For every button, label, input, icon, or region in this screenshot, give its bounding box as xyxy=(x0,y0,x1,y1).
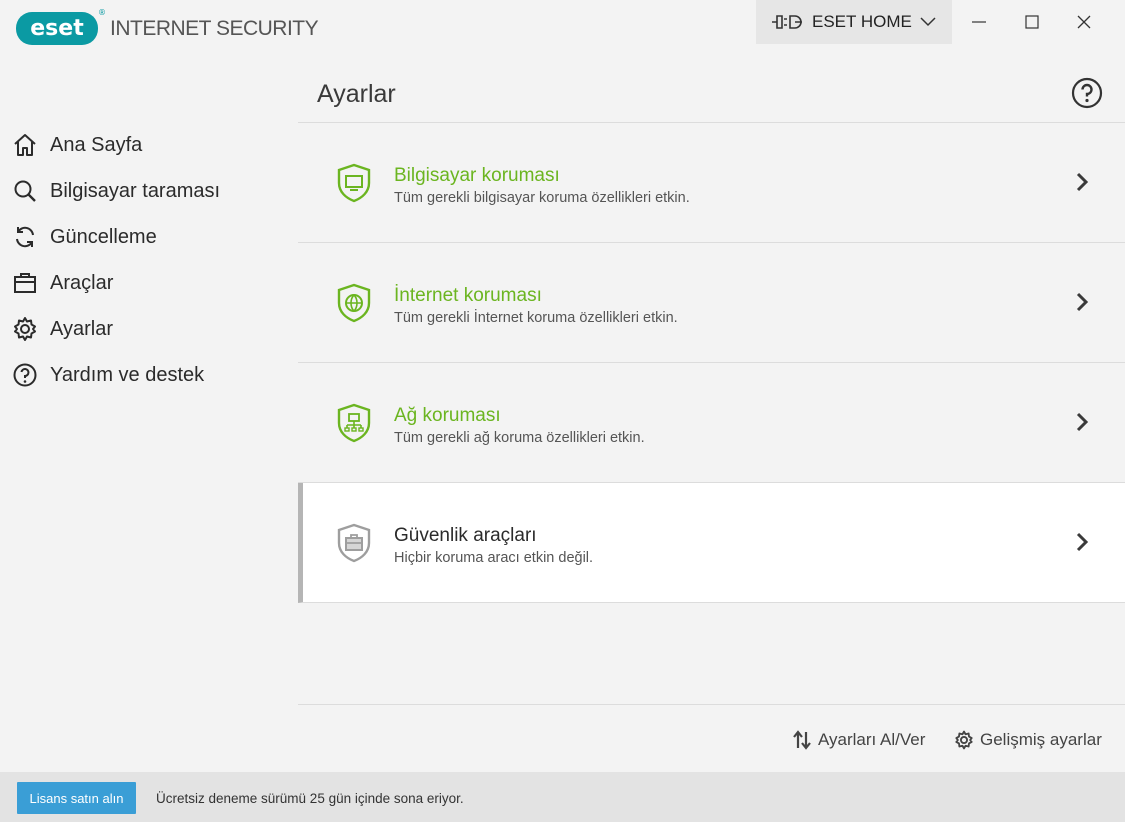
import-export-label: Ayarları Al/Ver xyxy=(818,730,926,749)
sidebar: Ana Sayfa Bilgisayar taraması Güncelleme… xyxy=(0,122,298,398)
sidebar-item-scan[interactable]: Bilgisayar taraması xyxy=(0,168,298,214)
close-icon xyxy=(1077,15,1091,29)
eset-logo: eset ® xyxy=(16,8,106,45)
product-name: INTERNET SECURITY xyxy=(110,16,319,40)
maximize-button[interactable] xyxy=(1012,6,1052,38)
card-title: Ağ koruması xyxy=(394,405,501,426)
eset-home-label: ESET HOME xyxy=(812,12,912,31)
trial-status-text: Ücretsiz deneme sürümü 25 gün içinde son… xyxy=(156,791,464,806)
sidebar-item-label: Ana Sayfa xyxy=(50,133,143,156)
security-tools-card[interactable]: Güvenlik araçları Hiçbir koruma aracı et… xyxy=(298,483,1125,603)
sidebar-item-settings[interactable]: Ayarlar xyxy=(0,306,298,352)
minimize-button[interactable] xyxy=(959,6,999,38)
minimize-icon xyxy=(972,21,986,23)
computer-protection-card[interactable]: Bilgisayar koruması Tüm gerekli bilgisay… xyxy=(298,123,1125,243)
logo-text: eset xyxy=(30,16,84,41)
network-shield-icon xyxy=(337,403,371,443)
help-icon xyxy=(13,363,37,387)
sidebar-item-update[interactable]: Güncelleme xyxy=(0,214,298,260)
chevron-right-icon xyxy=(1076,172,1089,192)
maximize-icon xyxy=(1025,15,1039,29)
toolbox-icon xyxy=(14,273,36,293)
sidebar-item-label: Güncelleme xyxy=(50,225,157,248)
card-description: Tüm gerekli İnternet koruma özellikleri … xyxy=(394,310,678,326)
sidebar-item-help[interactable]: Yardım ve destek xyxy=(0,352,298,398)
title-bar: eset ® INTERNET SECURITY ESET HOME xyxy=(0,0,1125,60)
sidebar-item-label: Bilgisayar taraması xyxy=(50,179,221,202)
card-title: Güvenlik araçları xyxy=(394,525,537,546)
sidebar-item-home[interactable]: Ana Sayfa xyxy=(0,122,298,168)
app-logo: eset ® INTERNET SECURITY xyxy=(16,8,319,45)
chevron-down-icon xyxy=(920,17,936,27)
home-icon xyxy=(14,134,36,156)
import-export-settings-link[interactable]: Ayarları Al/Ver xyxy=(792,730,925,750)
close-button[interactable] xyxy=(1064,6,1104,38)
connector-icon xyxy=(772,15,802,29)
sidebar-item-label: Ayarlar xyxy=(50,317,113,340)
gear-icon xyxy=(955,730,973,750)
card-title: İnternet koruması xyxy=(394,285,542,306)
advanced-settings-label: Gelişmiş ayarlar xyxy=(980,730,1102,749)
network-protection-card[interactable]: Ağ koruması Tüm gerekli ağ koruma özelli… xyxy=(298,363,1125,483)
sidebar-item-tools[interactable]: Araçlar xyxy=(0,260,298,306)
card-description: Hiçbir koruma aracı etkin değil. xyxy=(394,550,594,566)
eset-home-button[interactable]: ESET HOME xyxy=(756,0,952,44)
toolbox-shield-icon xyxy=(337,523,371,563)
buy-license-button[interactable]: Lisans satın alın xyxy=(17,782,136,814)
globe-shield-icon xyxy=(337,283,371,323)
gear-icon xyxy=(14,317,36,341)
computer-shield-icon xyxy=(337,163,371,203)
advanced-settings-link[interactable]: Gelişmiş ayarlar xyxy=(954,730,1102,750)
chevron-right-icon xyxy=(1076,292,1089,312)
main-panel: Ayarlar Bilgisayar koruması Tüm gerekli … xyxy=(298,60,1125,772)
chevron-right-icon xyxy=(1076,532,1089,552)
chevron-right-icon xyxy=(1076,412,1089,432)
search-icon xyxy=(14,180,36,202)
divider xyxy=(298,704,1125,705)
sidebar-item-label: Yardım ve destek xyxy=(50,363,205,386)
card-description: Tüm gerekli bilgisayar koruma özellikler… xyxy=(394,190,690,206)
footer-bar: Lisans satın alın Ücretsiz deneme sürümü… xyxy=(0,772,1125,822)
help-button[interactable] xyxy=(1071,77,1103,109)
internet-protection-card[interactable]: İnternet koruması Tüm gerekli İnternet k… xyxy=(298,243,1125,363)
card-title: Bilgisayar koruması xyxy=(394,165,560,186)
sidebar-item-label: Araçlar xyxy=(50,271,114,294)
refresh-icon xyxy=(16,226,34,248)
page-title: Ayarlar xyxy=(317,80,396,108)
card-description: Tüm gerekli ağ koruma özellikleri etkin. xyxy=(394,430,645,446)
import-export-icon xyxy=(793,730,811,750)
